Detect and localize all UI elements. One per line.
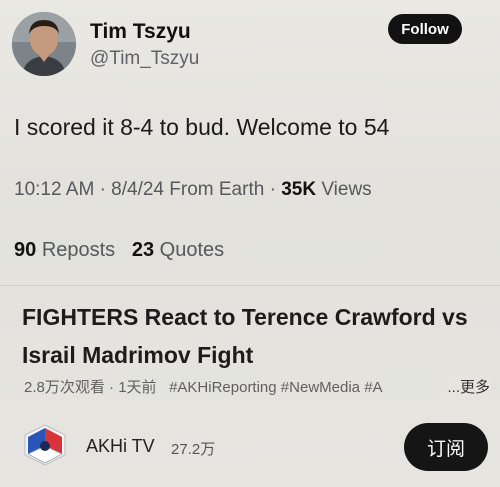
reposts-link[interactable]: 90 Reposts [14, 239, 115, 261]
video-meta: 2.8万次观看 · 1天前 #AKHiReporting #NewMedia #… [24, 376, 492, 397]
video-views: 2.8万次观看 [24, 379, 105, 396]
engagement-counts: 90 Reposts 23 Quotes [14, 239, 224, 262]
quotes-count: 23 [131, 239, 155, 261]
channel-avatar[interactable] [22, 422, 68, 468]
video-title[interactable]: FIGHTERS React to Terence Crawford vs Is… [22, 298, 492, 374]
akhi-logo-icon [24, 424, 66, 466]
profile-name[interactable]: Tim Tszyu [90, 20, 191, 44]
tweet-screen: Tim Tszyu @Tim_Tszyu Follow I scored it … [0, 0, 500, 487]
more-link[interactable]: ...更多 [443, 376, 490, 397]
tweet-text: I scored it 8-4 to bud. Welcome to 54 [14, 114, 390, 140]
video-tag[interactable]: #A [364, 379, 382, 396]
profile-avatar[interactable] [12, 12, 76, 76]
tweet-meta: 10:12 AM · 8/4/24 From Earth · 35K Views [14, 179, 372, 201]
tweet-date[interactable]: 8/4/24 [111, 179, 164, 200]
profile-handle[interactable]: @Tim_Tszyu [90, 48, 199, 70]
video-age: 1天前 [118, 379, 157, 396]
subscriber-count: 27.2万 [171, 441, 216, 458]
subscribe-button[interactable]: 订阅 [404, 423, 488, 471]
views-label: Views [321, 179, 372, 200]
follow-button[interactable]: Follow [388, 14, 462, 44]
channel-name[interactable]: AKHi TV [86, 436, 155, 457]
views-count: 35K [281, 179, 317, 200]
quotes-link[interactable]: 23 Quotes [132, 239, 224, 261]
reposts-label: Reposts [41, 239, 116, 261]
video-tag[interactable]: #AKHiReporting [169, 379, 277, 396]
section-divider [0, 285, 500, 286]
tweet-time[interactable]: 10:12 AM [14, 179, 94, 200]
meta-separator: · [109, 379, 119, 396]
meta-separator: · [269, 179, 282, 200]
quotes-label: Quotes [159, 239, 225, 261]
video-tag[interactable]: #NewMedia [281, 379, 360, 396]
meta-separator: · [99, 179, 112, 200]
reposts-count: 90 [14, 239, 37, 261]
avatar-photo-icon [12, 12, 76, 76]
tweet-source: From Earth [169, 179, 265, 200]
